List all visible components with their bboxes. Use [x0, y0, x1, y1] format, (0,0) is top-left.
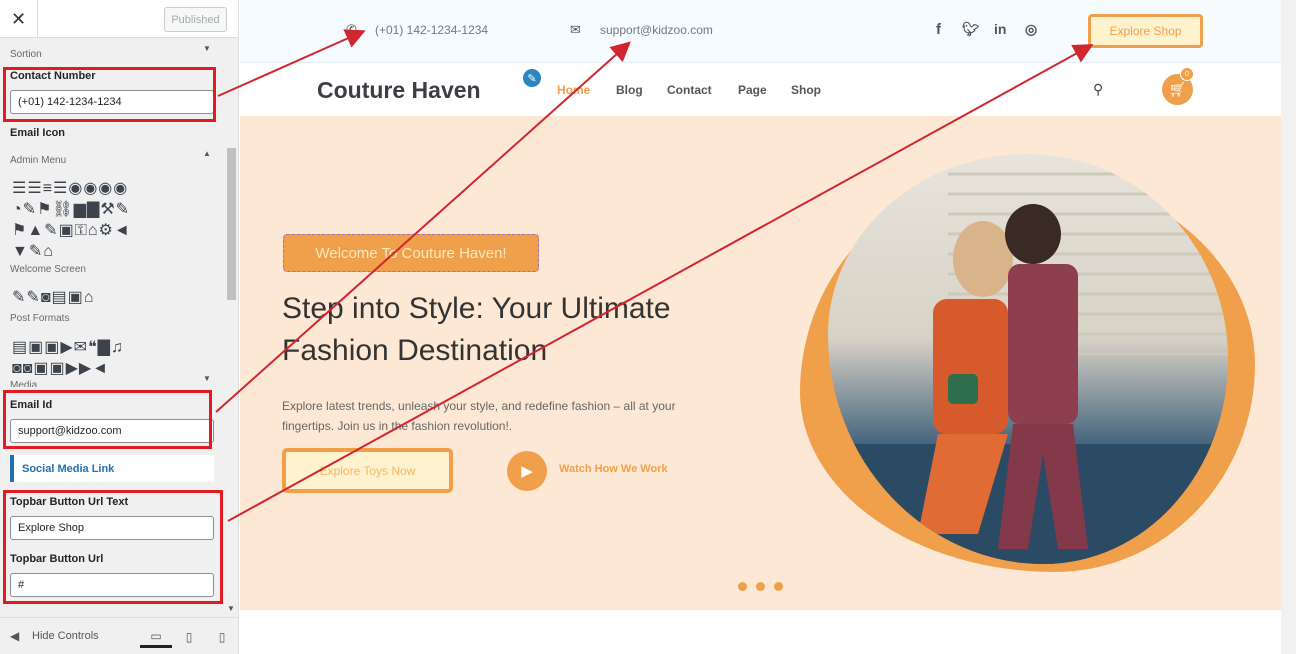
- nav-page[interactable]: Page: [738, 83, 767, 97]
- phone-icon: ✆: [346, 22, 357, 37]
- hide-controls-icon[interactable]: ◀: [10, 629, 19, 643]
- icon-group-media: Media: [10, 380, 38, 387]
- customizer-header: ✕ Published: [0, 0, 238, 38]
- hide-controls-label[interactable]: Hide Controls: [32, 630, 99, 642]
- facebook-icon[interactable]: f: [936, 21, 941, 38]
- icon-grid-admin-menu[interactable]: ☰☰≡☰◉◉◉◉ ◔✎⚑⛓▆▇⚒✎ ⚑▲✎▣⚿⌂⚙◄ ▼✎⌂: [12, 178, 197, 262]
- preview-scrollbar[interactable]: [1281, 0, 1296, 654]
- mail-icon: ✉: [570, 22, 581, 37]
- slider-dot-3[interactable]: [774, 582, 783, 591]
- desktop-preview-icon[interactable]: ▭: [140, 626, 172, 648]
- welcome-badge: Welcome To Couture Haven!: [283, 234, 539, 272]
- explore-shop-button[interactable]: Explore Shop: [1088, 14, 1203, 48]
- social-media-link-section[interactable]: Social Media Link: [10, 455, 214, 482]
- edit-pencil-icon[interactable]: ✎: [521, 67, 543, 89]
- customizer-panel: ✕ Published Sortion ▼ Contact Number (+0…: [0, 0, 239, 654]
- twitter-icon[interactable]: 🐦︎: [962, 21, 980, 38]
- cart-count-badge: 0: [1180, 67, 1194, 81]
- mobile-preview-icon[interactable]: ▯: [206, 626, 238, 648]
- highlight-box-topbar-button: [3, 490, 223, 604]
- icon-group-welcome-screen: Welcome Screen: [10, 264, 86, 275]
- slider-dot-1[interactable]: [738, 582, 747, 591]
- hero-section: Welcome To Couture Haven! Step into Styl…: [240, 116, 1281, 610]
- tablet-preview-icon[interactable]: ▯: [173, 626, 205, 648]
- section-label: Sortion: [10, 49, 42, 60]
- scroll-down-icon[interactable]: ▼: [203, 44, 211, 53]
- highlight-box-email: [3, 390, 212, 449]
- hero-subtext: Explore latest trends, unleash your styl…: [282, 399, 676, 433]
- nav-blog[interactable]: Blog: [616, 83, 643, 97]
- nav-shop[interactable]: Shop: [791, 83, 821, 97]
- icon-grid-post-formats[interactable]: ▤▣▣▶✉❝▇♫ ◙◙▣▣▶▶◄: [12, 337, 197, 379]
- explore-toys-button[interactable]: Explore Toys Now: [282, 448, 453, 493]
- topbar-email[interactable]: support@kidzoo.com: [600, 23, 713, 37]
- play-icon[interactable]: ▶: [507, 451, 547, 491]
- topbar-phone[interactable]: (+01) 142-1234-1234: [375, 23, 488, 37]
- customizer-footer: ◀ Hide Controls ▭ ▯ ▯: [0, 617, 238, 654]
- scroll-down-icon[interactable]: ▼: [203, 374, 211, 383]
- slider-dot-2[interactable]: [756, 582, 765, 591]
- icon-group-admin-menu: Admin Menu: [10, 155, 67, 166]
- nav-home[interactable]: Home: [557, 83, 590, 97]
- close-icon[interactable]: ✕: [0, 0, 38, 38]
- publish-button[interactable]: Published: [164, 7, 227, 32]
- scroll-down-icon[interactable]: ▼: [227, 604, 235, 613]
- nav-contact[interactable]: Contact: [667, 83, 712, 97]
- icon-list-scrollbar[interactable]: [227, 148, 236, 300]
- linkedin-icon[interactable]: in: [994, 21, 1006, 37]
- highlight-box-contact: [3, 67, 216, 122]
- site-topbar: ✆ (+01) 142-1234-1234 ✉ support@kidzoo.c…: [240, 0, 1281, 63]
- scroll-up-icon[interactable]: ▲: [203, 149, 211, 158]
- hero-heading: Step into Style: Your Ultimate Fashion D…: [282, 292, 671, 367]
- icon-grid-welcome-screen[interactable]: ✎✎◙▤▣⌂: [12, 287, 197, 308]
- instagram-icon[interactable]: ◎: [1025, 21, 1037, 38]
- site-brand[interactable]: Couture Haven: [317, 77, 481, 104]
- site-header: Couture Haven ✎ Home Blog Contact Page S…: [240, 64, 1281, 116]
- search-icon[interactable]: ⚲: [1093, 81, 1103, 98]
- icon-group-post-formats: Post Formats: [10, 313, 70, 324]
- watch-video-link[interactable]: Watch How We Work: [559, 463, 668, 475]
- email-icon-label: Email Icon: [10, 127, 66, 139]
- site-preview: ✆ (+01) 142-1234-1234 ✉ support@kidzoo.c…: [240, 0, 1281, 654]
